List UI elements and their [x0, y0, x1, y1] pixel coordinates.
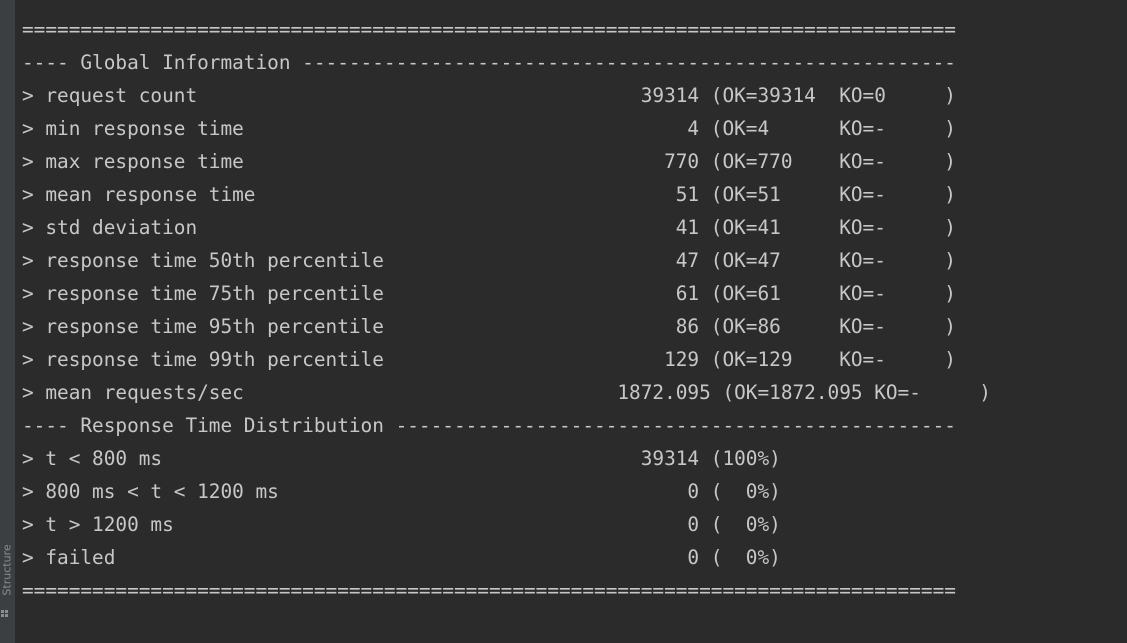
stat-line-mean-response-time: > mean response time 51 (OK=51 KO=- ) — [22, 183, 956, 206]
structure-tab-label: Structure — [0, 544, 14, 596]
stat-line-mean-requests-per-sec: > mean requests/sec 1872.095 (OK=1872.09… — [22, 381, 991, 404]
stat-line-std-deviation: > std deviation 41 (OK=41 KO=- ) — [22, 216, 956, 239]
stat-line-75th-percentile: > response time 75th percentile 61 (OK=6… — [22, 282, 956, 305]
distribution-line-under-800ms: > t < 800 ms 39314 (100%) — [22, 447, 781, 470]
structure-tool-tab[interactable]: Structure — [0, 530, 15, 617]
distribution-line-over-1200ms: > t > 1200 ms 0 ( 0%) — [22, 513, 781, 536]
distribution-line-800-to-1200ms: > 800 ms < t < 1200 ms 0 ( 0%) — [22, 480, 781, 503]
separator-line: ========================================… — [22, 579, 956, 602]
stat-line-request-count: > request count 39314 (OK=39314 KO=0 ) — [22, 84, 956, 107]
separator-line: ========================================… — [22, 18, 956, 41]
stat-line-min-response-time: > min response time 4 (OK=4 KO=- ) — [22, 117, 956, 140]
stat-line-95th-percentile: > response time 95th percentile 86 (OK=8… — [22, 315, 956, 338]
stat-line-50th-percentile: > response time 50th percentile 47 (OK=4… — [22, 249, 956, 272]
tool-window-strip: Structure — [0, 0, 15, 643]
ide-window: Structure ==============================… — [0, 0, 1127, 643]
section-header-global-information: ---- Global Information ----------------… — [22, 51, 956, 74]
distribution-line-failed: > failed 0 ( 0%) — [22, 546, 781, 569]
stat-line-99th-percentile: > response time 99th percentile 129 (OK=… — [22, 348, 956, 371]
section-header-response-time-distribution: ---- Response Time Distribution --------… — [22, 414, 956, 437]
stat-line-max-response-time: > max response time 770 (OK=770 KO=- ) — [22, 150, 956, 173]
structure-icon — [1, 610, 8, 617]
console-output: ========================================… — [22, 13, 1127, 643]
